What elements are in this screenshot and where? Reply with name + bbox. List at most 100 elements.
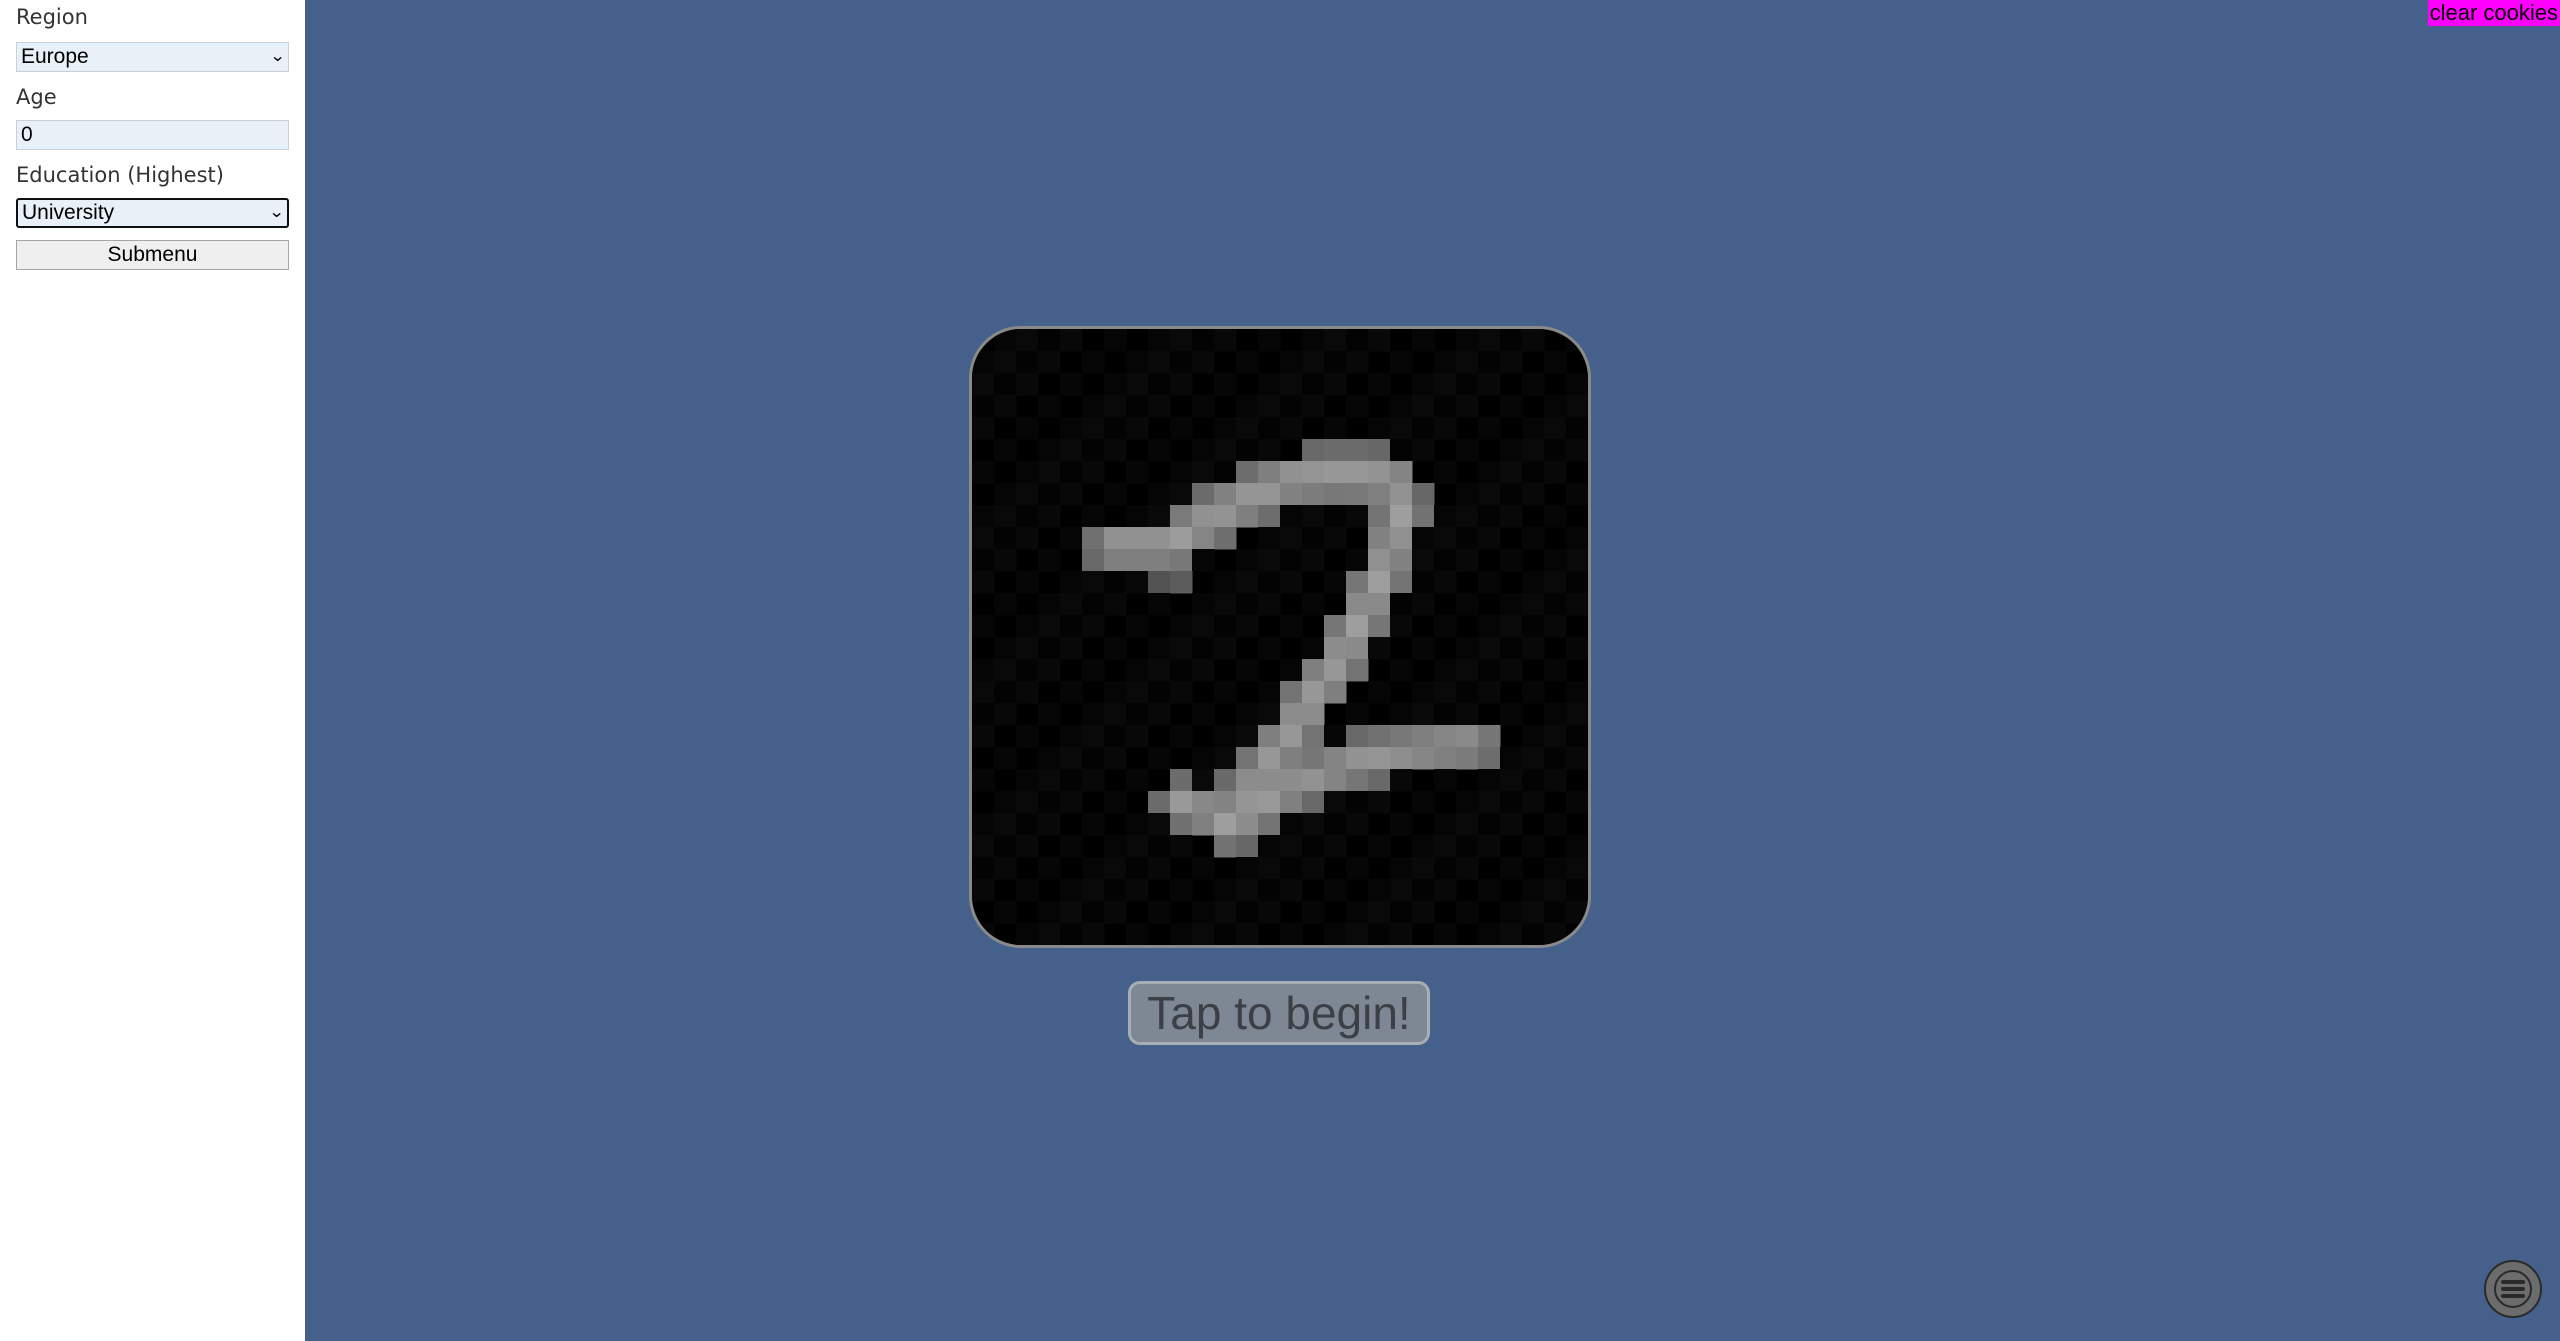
region-label: Region <box>16 5 88 29</box>
digit-pixel <box>1500 549 1523 572</box>
digit-pixel <box>1434 879 1457 902</box>
age-input[interactable]: 0 <box>16 120 289 150</box>
digit-pixel <box>972 835 995 858</box>
digit-pixel <box>1170 725 1193 748</box>
digit-pixel <box>1016 791 1039 814</box>
digit-pixel <box>1478 791 1501 814</box>
digit-pixel <box>1566 857 1588 880</box>
digit-pixel <box>1412 593 1435 616</box>
digit-pixel <box>1082 505 1105 528</box>
digit-pixel <box>1544 549 1567 572</box>
digit-pixel <box>1104 857 1127 880</box>
digit-pixel <box>1456 439 1479 462</box>
digit-pixel <box>1302 593 1325 616</box>
digit-pixel <box>1324 637 1347 660</box>
digit-pixel <box>1214 879 1237 902</box>
digit-pixel <box>1544 923 1567 945</box>
digit-pixel <box>1478 571 1501 594</box>
digit-pixel <box>1016 659 1039 682</box>
digit-pixel <box>1214 329 1237 352</box>
age-label: Age <box>16 85 57 109</box>
digit-pixel <box>1324 923 1347 945</box>
digit-pixel <box>1280 791 1303 814</box>
digit-pixel <box>1346 439 1369 462</box>
digit-pixel <box>1060 747 1083 770</box>
digit-pixel <box>1126 769 1149 792</box>
digit-pixel <box>1038 483 1061 506</box>
education-select[interactable]: University ⌄ <box>16 198 289 228</box>
digit-pixel <box>1368 615 1391 638</box>
digit-pixel <box>994 439 1017 462</box>
digit-pixel <box>1302 395 1325 418</box>
digit-pixel <box>1478 417 1501 440</box>
digit-pixel <box>1060 835 1083 858</box>
digit-pixel <box>1434 351 1457 374</box>
digit-pixel <box>1126 725 1149 748</box>
digit-pixel <box>1346 549 1369 572</box>
digit-pixel <box>1566 395 1588 418</box>
digit-pixel <box>1192 791 1215 814</box>
digit-pixel <box>1522 747 1545 770</box>
digit-pixel <box>1390 593 1413 616</box>
digit-pixel <box>1016 571 1039 594</box>
digit-pixel <box>1016 879 1039 902</box>
digit-pixel <box>1456 681 1479 704</box>
digit-pixel <box>1478 373 1501 396</box>
digit-pixel <box>1324 351 1347 374</box>
digit-pixel <box>1434 461 1457 484</box>
digit-pixel <box>1236 813 1259 836</box>
digit-pixel <box>1346 923 1369 945</box>
digit-pixel <box>1192 439 1215 462</box>
digit-pixel <box>1236 923 1259 945</box>
digit-pixel <box>1060 417 1083 440</box>
digit-pixel <box>1060 571 1083 594</box>
digit-pixel <box>1082 549 1105 572</box>
digit-pixel <box>1390 395 1413 418</box>
digit-pixel <box>1280 527 1303 550</box>
digit-pixel <box>1170 461 1193 484</box>
digit-pixel <box>1148 439 1171 462</box>
digit-pixel <box>1346 615 1369 638</box>
digit-pixel <box>1324 769 1347 792</box>
hamburger-menu-icon[interactable] <box>2484 1260 2542 1318</box>
digit-pixel <box>1214 791 1237 814</box>
clear-cookies-button[interactable]: clear cookies <box>2427 0 2560 26</box>
digit-pixel <box>1456 901 1479 924</box>
digit-pixel <box>972 681 995 704</box>
digit-pixel <box>1566 901 1588 924</box>
digit-pixel <box>1346 483 1369 506</box>
digit-pixel <box>1038 351 1061 374</box>
digit-pixel <box>1258 571 1281 594</box>
digit-pixel <box>1236 615 1259 638</box>
digit-pixel <box>1258 505 1281 528</box>
digit-pixel <box>1104 725 1127 748</box>
digit-pixel <box>972 527 995 550</box>
digit-pixel <box>1434 527 1457 550</box>
digit-pixel <box>1082 659 1105 682</box>
digit-pixel <box>1148 703 1171 726</box>
region-select[interactable]: Europe ⌄ <box>16 42 289 72</box>
digit-pixel <box>1038 329 1061 352</box>
digit-pixel <box>1236 835 1259 858</box>
digit-pixel <box>1324 615 1347 638</box>
digit-pixel <box>1434 769 1457 792</box>
digit-pixel <box>1170 329 1193 352</box>
digit-pixel <box>1500 857 1523 880</box>
tap-to-begin-button[interactable]: Tap to begin! <box>1128 981 1430 1045</box>
digit-pixel <box>1258 373 1281 396</box>
digit-pixel <box>1148 681 1171 704</box>
digit-pixel <box>1500 637 1523 660</box>
sidebar: Region Europe ⌄ Age 0 Education (Highest… <box>0 0 305 1341</box>
digit-pixel <box>1412 417 1435 440</box>
digit-pixel <box>1522 681 1545 704</box>
digit-pixel <box>1302 747 1325 770</box>
digit-pixel <box>1148 593 1171 616</box>
digit-pixel <box>1258 835 1281 858</box>
digit-pixel <box>1170 835 1193 858</box>
digit-pixel <box>1566 417 1588 440</box>
digit-pixel <box>1148 395 1171 418</box>
digit-pixel <box>1170 637 1193 660</box>
digit-pixel <box>1544 615 1567 638</box>
digit-pixel <box>1082 417 1105 440</box>
submenu-button[interactable]: Submenu <box>16 240 289 270</box>
